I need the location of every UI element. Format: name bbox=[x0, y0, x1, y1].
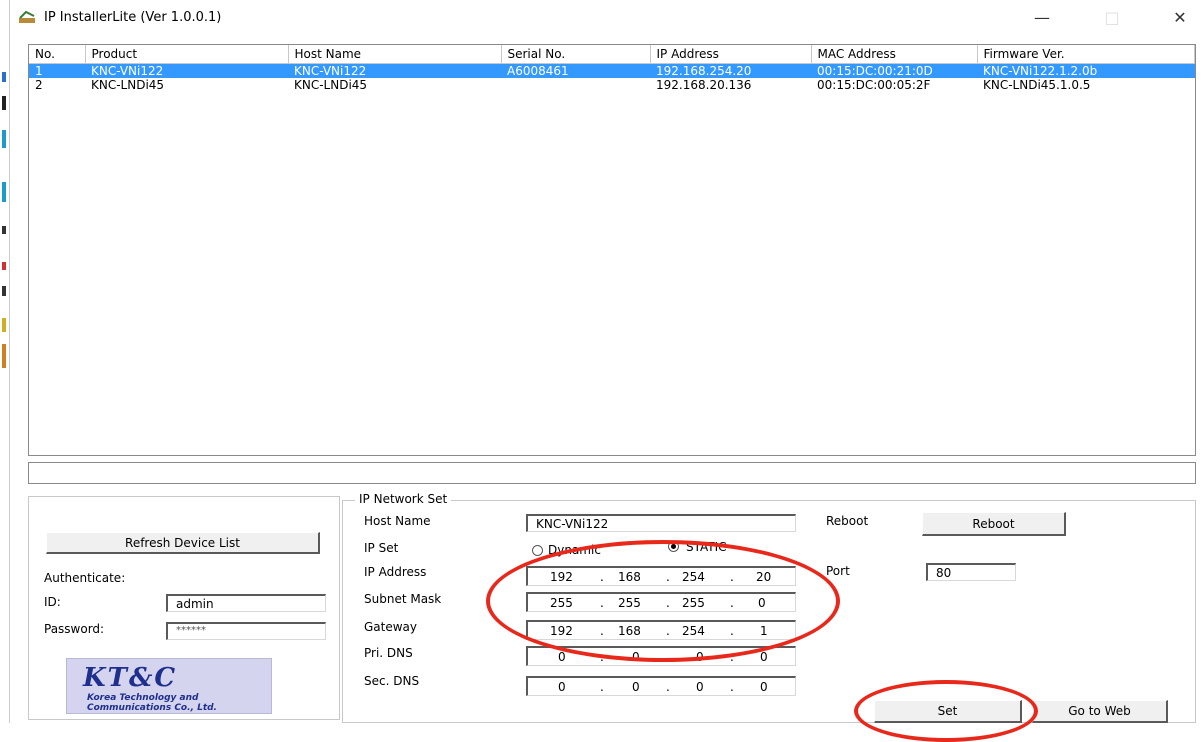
logo-subtitle-line2: Communications Co., Ltd. bbox=[87, 703, 217, 713]
gateway-field[interactable]: 192. 168. 254. 1 bbox=[526, 620, 796, 640]
column-header-firmware[interactable]: Firmware Ver. bbox=[977, 45, 1195, 64]
cell-no: 1 bbox=[29, 63, 85, 78]
gateway-label: Gateway bbox=[364, 620, 418, 634]
id-field[interactable]: admin bbox=[166, 594, 326, 612]
refresh-device-list-button[interactable]: Refresh Device List bbox=[46, 532, 320, 554]
cell-firmware: KNC-LNDi45.1.0.5 bbox=[983, 77, 1091, 92]
port-label: Port bbox=[826, 564, 850, 578]
logo-text: KT&C bbox=[83, 663, 178, 693]
logo-subtitle-line1: Korea Technology and bbox=[87, 693, 199, 703]
dynamic-label: Dynamic bbox=[548, 543, 601, 557]
device-list[interactable]: No. Product Host Name Serial No. IP Addr… bbox=[28, 44, 1196, 456]
title-bar: IP InstallerLite (Ver 1.0.0.1) — □ ✕ bbox=[10, 0, 1204, 36]
minimize-button[interactable]: — bbox=[1022, 6, 1062, 30]
column-header-mac-address[interactable]: MAC Address bbox=[811, 45, 978, 64]
password-field[interactable]: ****** bbox=[166, 622, 326, 640]
reboot-button[interactable]: Reboot bbox=[922, 512, 1066, 536]
column-header-host-name[interactable]: Host Name bbox=[288, 45, 502, 64]
cell-serial-no bbox=[501, 78, 650, 92]
company-logo: KT&C Korea Technology and Communications… bbox=[66, 658, 272, 714]
close-button[interactable]: ✕ bbox=[1160, 6, 1200, 30]
port-field[interactable]: 80 bbox=[926, 563, 1016, 581]
primary-dns-label: Pri. DNS bbox=[364, 646, 413, 660]
subnet-mask-field[interactable]: 255. 255. 255. 0 bbox=[526, 592, 796, 612]
secondary-dns-label: Sec. DNS bbox=[364, 674, 420, 688]
cell-product: KNC-LNDi45 bbox=[91, 77, 165, 92]
cell-mac-address: 00:15:DC:00:21:0D bbox=[811, 63, 977, 78]
subnet-mask-label: Subnet Mask bbox=[364, 592, 442, 606]
static-radio[interactable] bbox=[668, 541, 679, 552]
cell-ip-address: 192.168.254.20 bbox=[650, 63, 811, 78]
host-name-field[interactable]: KNC-VNi122 bbox=[526, 514, 796, 532]
column-header-ip-address[interactable]: IP Address bbox=[650, 45, 812, 64]
group-legend: IP Network Set bbox=[355, 492, 452, 506]
cell-no: 2 bbox=[35, 77, 43, 92]
background-window-edge bbox=[0, 0, 10, 723]
reboot-label: Reboot bbox=[826, 514, 869, 528]
secondary-dns-field[interactable]: 0. 0. 0. 0 bbox=[526, 676, 796, 696]
status-bar bbox=[28, 462, 1196, 484]
column-header-product[interactable]: Product bbox=[85, 45, 289, 64]
table-row[interactable]: 2 KNC-LNDi45 KNC-LNDi45 192.168.20.136 0… bbox=[29, 78, 1195, 92]
cell-firmware: KNC-VNi122.1.2.0b bbox=[977, 63, 1195, 78]
cell-host-name: KNC-VNi122 bbox=[288, 63, 501, 78]
cell-ip-address: 192.168.20.136 bbox=[656, 77, 752, 92]
app-icon bbox=[19, 10, 35, 23]
static-label: STATIC bbox=[686, 540, 727, 554]
host-name-label: Host Name bbox=[364, 514, 431, 528]
maximize-button[interactable]: □ bbox=[1092, 6, 1132, 30]
dynamic-radio[interactable] bbox=[532, 545, 543, 556]
password-label: Password: bbox=[44, 622, 105, 636]
ip-set-label: IP Set bbox=[364, 541, 399, 555]
cell-host-name: KNC-LNDi45 bbox=[294, 77, 368, 92]
column-header-no[interactable]: No. bbox=[29, 45, 86, 64]
cell-serial-no: A6008461 bbox=[501, 63, 650, 78]
window-title: IP InstallerLite (Ver 1.0.0.1) bbox=[44, 10, 222, 25]
cell-product: KNC-VNi122 bbox=[85, 63, 288, 78]
authenticate-label: Authenticate: bbox=[44, 571, 126, 585]
column-header-serial-no[interactable]: Serial No. bbox=[501, 45, 651, 64]
cell-mac-address: 00:15:DC:00:05:2F bbox=[817, 77, 931, 92]
ip-address-field[interactable]: 192. 168. 254. 20 bbox=[526, 566, 796, 586]
primary-dns-field[interactable]: 0. 0. 0. 0 bbox=[526, 646, 796, 666]
table-row[interactable]: 1 KNC-VNi122 KNC-VNi122 A6008461 192.168… bbox=[29, 63, 1195, 78]
ip-address-label: IP Address bbox=[364, 565, 427, 579]
set-button[interactable]: Set bbox=[874, 700, 1022, 723]
id-label: ID: bbox=[44, 595, 61, 609]
go-to-web-button[interactable]: Go to Web bbox=[1032, 700, 1168, 723]
